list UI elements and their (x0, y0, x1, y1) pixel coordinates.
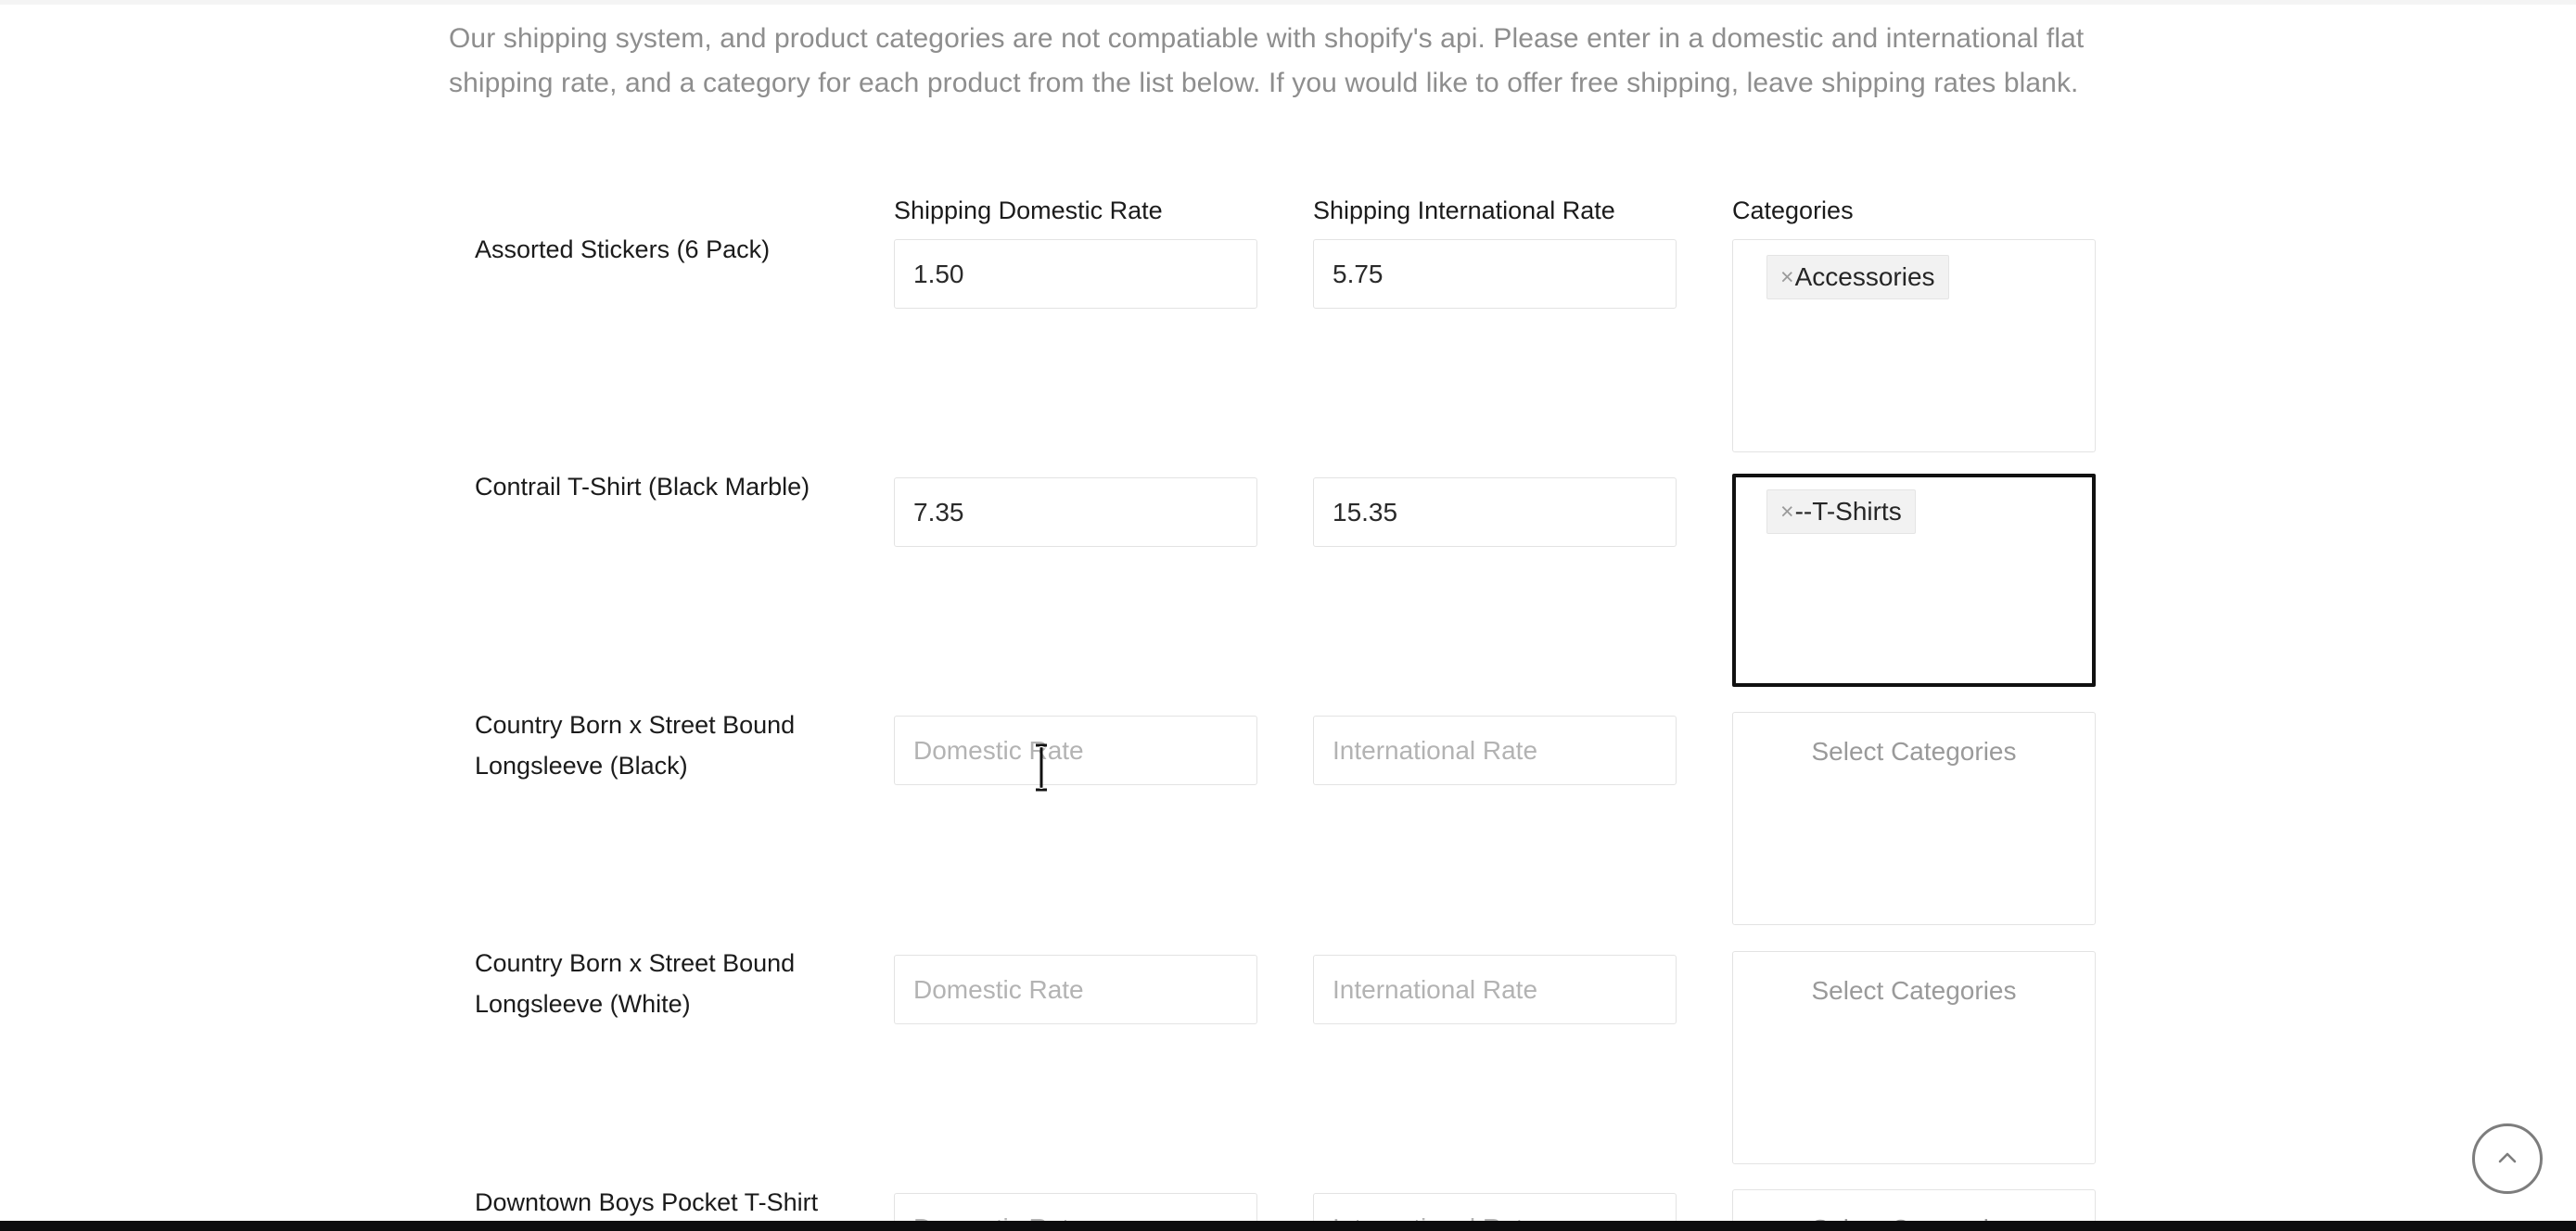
category-chip[interactable]: × --T-Shirts (1766, 489, 1916, 534)
top-edge-band (0, 0, 2576, 5)
categories-placeholder: Select Categories (1811, 737, 2017, 766)
domestic-rate-input[interactable] (894, 955, 1257, 1024)
domestic-rate-input[interactable] (894, 239, 1257, 309)
categories-select[interactable]: × Accessories (1732, 239, 2096, 452)
domestic-rate-input[interactable] (894, 477, 1257, 547)
page-root: Our shipping system, and product categor… (0, 0, 2576, 1231)
international-rate-input[interactable] (1313, 239, 1677, 309)
category-chip[interactable]: × Accessories (1766, 255, 1949, 299)
product-name: Country Born x Street Bound Longsleeve (… (475, 949, 796, 1018)
chip-remove-icon[interactable]: × (1780, 265, 1794, 289)
international-rate-input[interactable] (1313, 955, 1677, 1024)
categories-select[interactable]: × --T-Shirts (1732, 474, 2096, 687)
column-header-categories: Categories (1732, 197, 1854, 224)
chip-remove-icon[interactable]: × (1780, 500, 1794, 524)
chevron-up-icon (2492, 1143, 2523, 1174)
chip-label: --T-Shirts (1794, 497, 1902, 526)
product-name: Contrail T-Shirt (Black Marble) (475, 473, 810, 501)
column-header-international-rate: Shipping International Rate (1313, 197, 1615, 224)
product-name: Downtown Boys Pocket T-Shirt (475, 1188, 819, 1216)
international-rate-input[interactable] (1313, 477, 1677, 547)
international-rate-input[interactable] (1313, 716, 1677, 785)
intro-description: Our shipping system, and product categor… (449, 23, 2085, 98)
column-header-domestic-rate: Shipping Domestic Rate (894, 197, 1163, 224)
scroll-to-top-button[interactable] (2472, 1123, 2543, 1194)
categories-placeholder: Select Categories (1811, 976, 2017, 1005)
categories-select[interactable]: Select Categories (1732, 712, 2096, 925)
product-name: Country Born x Street Bound Longsleeve (… (475, 711, 796, 780)
bottom-edge-band (0, 1221, 2576, 1231)
domestic-rate-input[interactable] (894, 716, 1257, 785)
categories-select[interactable]: Select Categories (1732, 951, 2096, 1164)
chip-label: Accessories (1794, 262, 1935, 291)
product-name: Assorted Stickers (6 Pack) (475, 235, 771, 263)
